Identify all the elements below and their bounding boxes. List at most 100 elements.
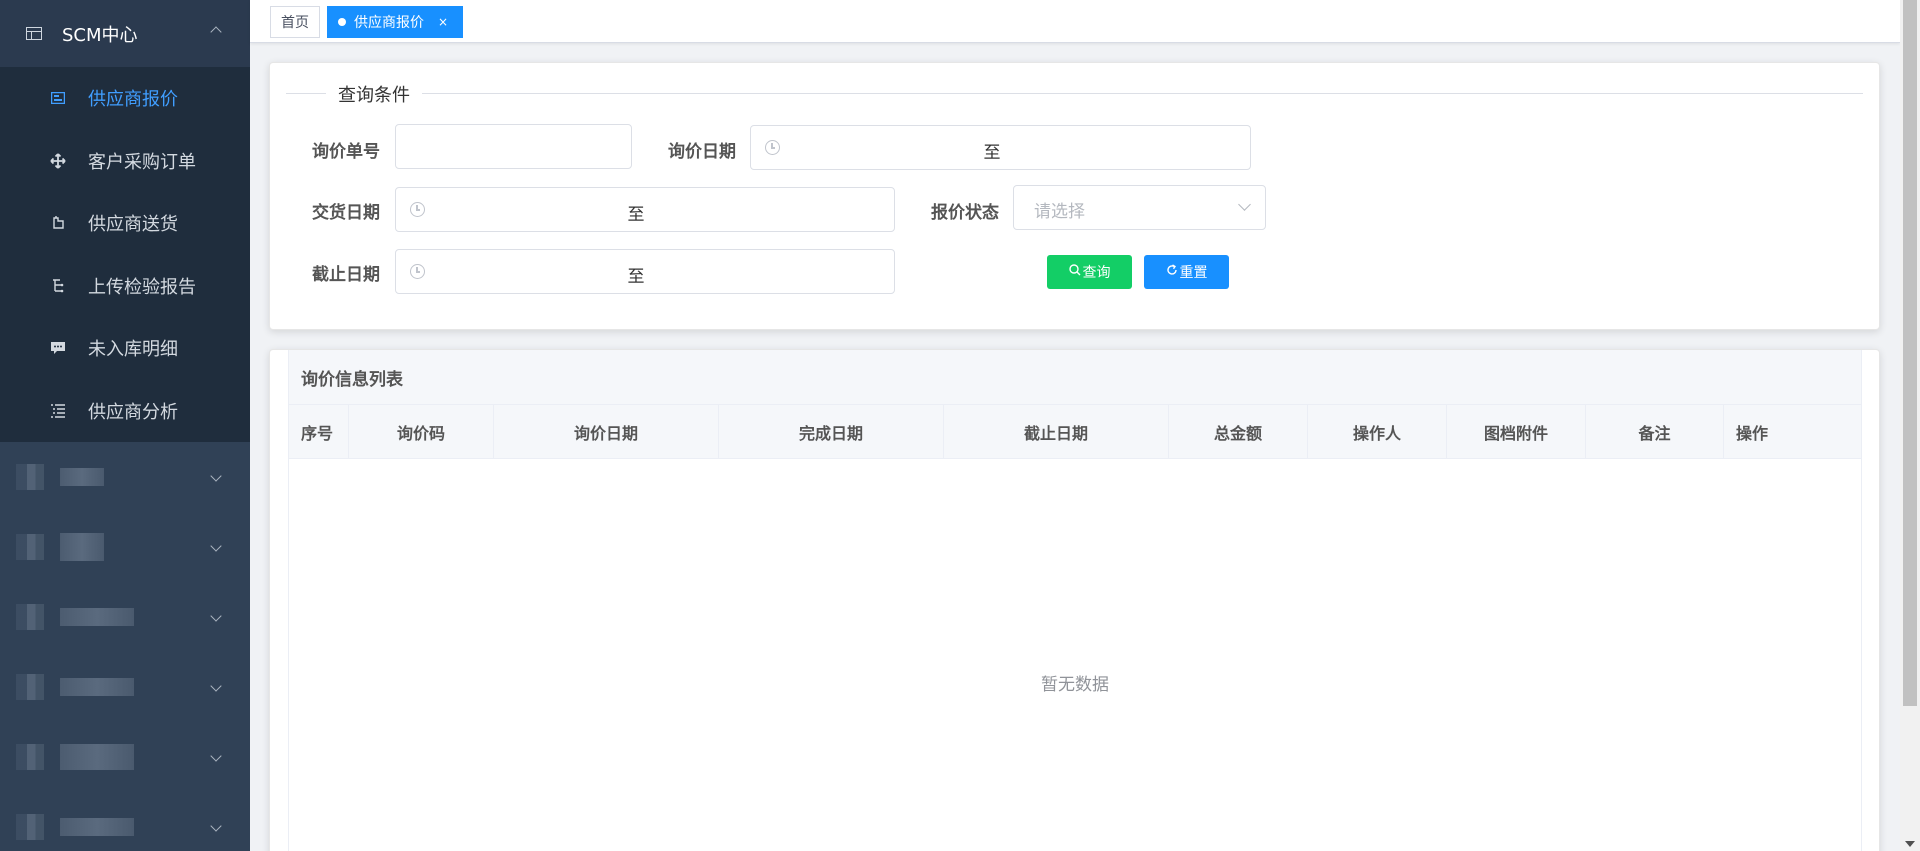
clock-icon — [410, 202, 425, 217]
table-header: 序号 询价码 询价日期 完成日期 截止日期 总金额 操作人 图档附件 备注 操作 — [289, 405, 1861, 459]
sidebar-item-label: 供应商报价 — [88, 89, 178, 111]
column-header[interactable]: 询价码 — [349, 405, 494, 458]
scroll-down-arrow-icon[interactable] — [1905, 841, 1915, 847]
chevron-down-icon — [210, 540, 222, 552]
sidebar-item-supplier-delivery[interactable]: 供应商送货 — [0, 192, 250, 255]
sidebar-item-supplier-quote[interactable]: 供应商报价 — [0, 67, 250, 130]
search-button-label: 查询 — [1082, 265, 1111, 281]
table-empty-text: 暂无数据 — [1041, 675, 1109, 695]
sidebar-item-upload-report[interactable]: 上传检验报告 — [0, 255, 250, 318]
query-legend: 查询条件 — [286, 81, 1863, 107]
column-header[interactable]: 完成日期 — [719, 405, 944, 458]
inquiry-date-label: 询价日期 — [668, 142, 736, 162]
sidebar-item-label: 供应商分析 — [88, 401, 178, 423]
column-header[interactable]: 截止日期 — [944, 405, 1169, 458]
query-legend-title: 查询条件 — [326, 81, 422, 107]
sidebar-item-label: 供应商送货 — [88, 214, 178, 236]
clock-icon — [410, 264, 425, 279]
sidebar-group-blurred[interactable] — [0, 652, 250, 722]
sidebar-group-blurred[interactable] — [0, 442, 250, 512]
sidebar-group-blurred[interactable] — [0, 792, 250, 851]
blurred-label — [60, 744, 134, 770]
delivery-date-label: 交货日期 — [312, 203, 380, 223]
column-header[interactable]: 询价日期 — [494, 405, 719, 458]
sidebar-item-label: 上传检验报告 — [88, 276, 196, 298]
select-placeholder: 请选择 — [1034, 202, 1085, 222]
sidebar-item-label: 未入库明细 — [88, 339, 178, 361]
blurred-icon — [16, 534, 44, 560]
inquiry-no-input[interactable] — [395, 124, 632, 169]
range-separator: 至 — [627, 267, 645, 287]
refresh-icon — [1166, 264, 1178, 280]
tree-icon — [50, 278, 66, 294]
submenu: 供应商报价 客户采购订单 供应商送货 上传检验报告 未入库明细 供应商分析 — [0, 67, 250, 442]
blurred-icon — [16, 744, 44, 770]
sidebar-group-blurred[interactable] — [0, 512, 250, 582]
clock-icon — [765, 140, 780, 155]
chevron-down-icon — [210, 610, 222, 622]
column-header[interactable]: 图档附件 — [1447, 405, 1586, 458]
column-header[interactable]: 操作 — [1724, 405, 1861, 458]
column-header[interactable]: 总金额 — [1169, 405, 1308, 458]
sidebar-item-label: 客户采购订单 — [88, 151, 196, 173]
menu-scm-center-label: SCM中心 — [62, 24, 138, 46]
range-separator: 至 — [627, 205, 645, 225]
tab-home-label: 首页 — [281, 15, 309, 31]
chevron-down-icon — [210, 750, 222, 762]
blurred-icon — [16, 604, 44, 630]
blurred-label — [60, 818, 134, 836]
delivery-date-range[interactable]: 至 — [395, 187, 895, 232]
blurred-label — [60, 533, 104, 561]
sidebar: SCM中心 供应商报价 客户采购订单 供应商送货 上传检验报告 未入库明细 供应… — [0, 0, 250, 851]
tab-current-label: 供应商报价 — [354, 15, 424, 31]
tab-home[interactable]: 首页 — [270, 6, 320, 38]
scrollbar-thumb[interactable] — [1903, 0, 1917, 706]
list-icon — [50, 403, 66, 419]
inquiry-date-range[interactable]: 至 — [750, 125, 1251, 170]
inquiry-no-label: 询价单号 — [312, 142, 380, 162]
chevron-down-icon — [1238, 198, 1251, 211]
delivery-icon — [50, 215, 66, 231]
sidebar-item-customer-po[interactable]: 客户采购订单 — [0, 130, 250, 193]
deadline-date-range[interactable]: 至 — [395, 249, 895, 294]
column-header[interactable]: 备注 — [1586, 405, 1724, 458]
quote-status-select[interactable]: 请选择 — [1013, 185, 1266, 230]
search-button[interactable]: 查询 — [1047, 255, 1132, 289]
chevron-down-icon — [210, 680, 222, 692]
move-icon — [50, 153, 66, 169]
range-separator: 至 — [983, 143, 1001, 163]
blurred-label — [60, 608, 134, 626]
quote-status-label: 报价状态 — [931, 203, 999, 223]
column-header[interactable]: 操作人 — [1308, 405, 1447, 458]
blurred-icon — [16, 464, 44, 490]
table-title: 询价信息列表 — [289, 350, 1861, 405]
chevron-down-icon — [210, 470, 222, 482]
blurred-label — [60, 468, 104, 486]
chevron-down-icon — [210, 820, 222, 832]
inquiry-table: 询价信息列表 序号 询价码 询价日期 完成日期 截止日期 总金额 操作人 图档附… — [288, 350, 1862, 851]
reset-button[interactable]: 重置 — [1144, 255, 1229, 289]
deadline-label: 截止日期 — [312, 265, 380, 285]
sidebar-item-supplier-analysis[interactable]: 供应商分析 — [0, 380, 250, 443]
tab-supplier-quote[interactable]: 供应商报价 × — [327, 6, 464, 38]
menu-scm-center[interactable]: SCM中心 — [0, 0, 250, 67]
column-header[interactable]: 序号 — [289, 405, 349, 458]
search-icon — [1068, 264, 1081, 280]
blurred-label — [60, 678, 134, 696]
table-icon — [26, 27, 42, 40]
active-dot-icon — [338, 18, 346, 26]
sidebar-group-blurred[interactable] — [0, 722, 250, 792]
sidebar-group-blurred[interactable] — [0, 582, 250, 652]
message-icon — [50, 340, 66, 356]
card-icon — [50, 90, 66, 106]
query-panel: 查询条件 询价单号 询价日期 至 交货日期 至 报价状态 请选择 截止日期 至 … — [269, 62, 1880, 330]
sidebar-item-unstocked-detail[interactable]: 未入库明细 — [0, 317, 250, 380]
blurred-icon — [16, 814, 44, 840]
tab-bar: 首页 供应商报价 × — [250, 0, 1900, 43]
reset-button-label: 重置 — [1179, 265, 1208, 281]
page-scrollbar[interactable] — [1900, 0, 1920, 851]
chevron-up-icon — [210, 26, 222, 38]
blurred-icon — [16, 674, 44, 700]
inquiry-table-panel: 询价信息列表 序号 询价码 询价日期 完成日期 截止日期 总金额 操作人 图档附… — [269, 349, 1880, 851]
close-icon[interactable]: × — [438, 15, 448, 29]
